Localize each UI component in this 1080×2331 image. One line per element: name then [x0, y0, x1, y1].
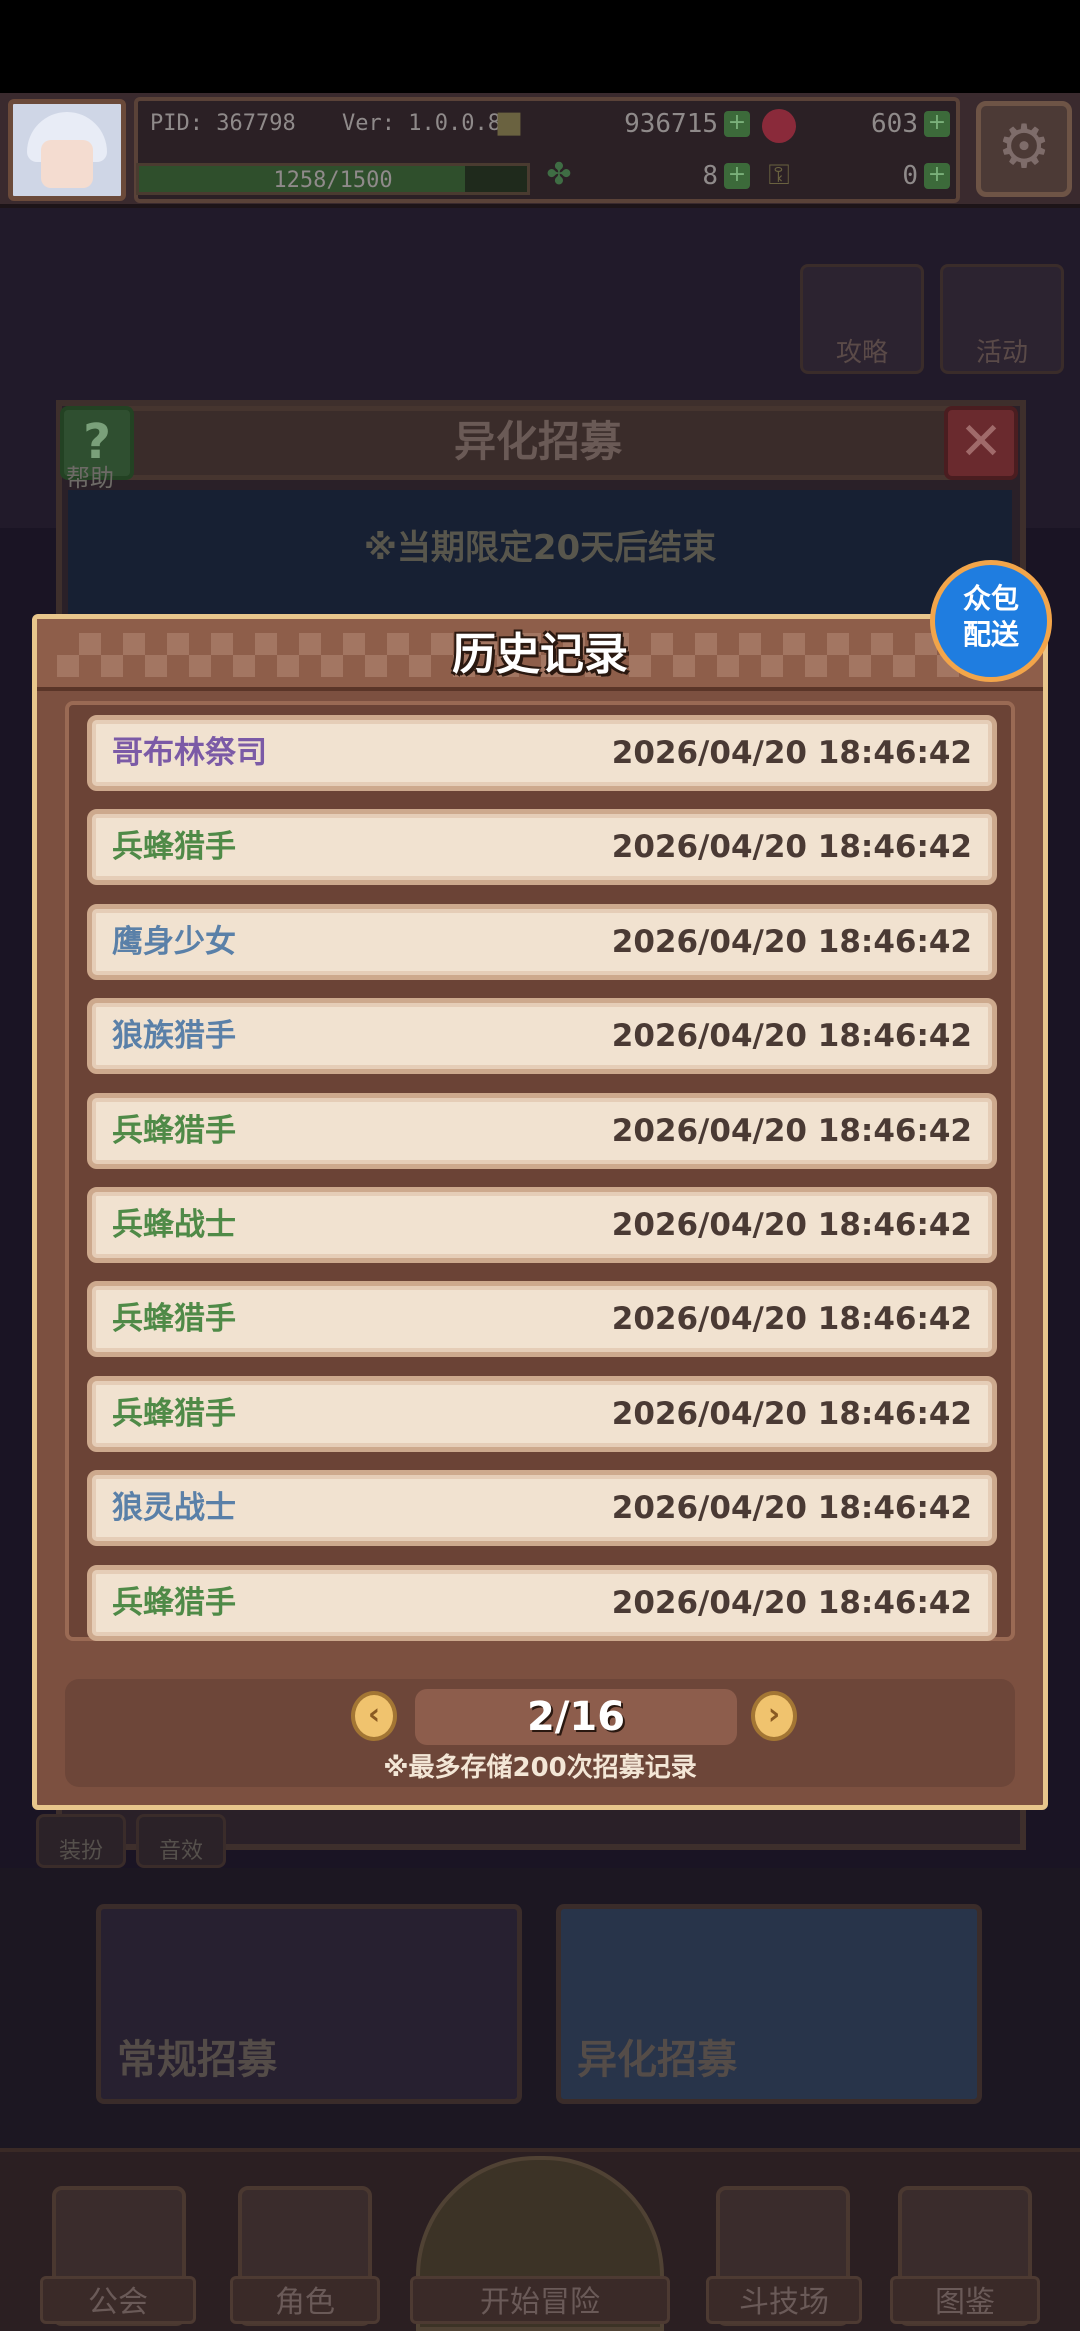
prev-page-button[interactable]: ‹ — [351, 1691, 397, 1741]
recruit-time: 2026/04/20 18:46:42 — [611, 923, 972, 960]
page-indicator: 2/16 — [415, 1689, 737, 1745]
add-clovers-button[interactable]: + — [724, 163, 750, 189]
recruit-time: 2026/04/20 18:46:42 — [611, 735, 972, 771]
gem-count: 603 — [871, 109, 918, 139]
unit-name: 兵蜂猎手 — [112, 829, 236, 866]
help-label: 帮助 — [66, 464, 114, 492]
event-label: 活动 — [975, 338, 1028, 368]
history-row: 兵蜂猎手 2026/04/20 18:46:42 — [87, 1375, 997, 1452]
guide-button[interactable]: 攻略 — [800, 264, 924, 374]
gem-icon — [762, 109, 796, 143]
recruit-time: 2026/04/20 18:46:42 — [611, 1018, 972, 1055]
normal-recruit-label: 常规招募 — [117, 2037, 277, 2083]
chevron-right-icon: › — [767, 1697, 781, 1732]
alien-recruit-label: 异化招募 — [577, 2037, 737, 2083]
recruit-time: 2026/04/20 18:46:42 — [611, 829, 972, 866]
recruit-time: 2026/04/20 18:46:42 — [611, 1584, 972, 1621]
nav-codex-label: 图鉴 — [890, 2276, 1040, 2324]
sound-label: 音效 — [158, 1839, 203, 1864]
coin-icon: ■ — [494, 105, 524, 140]
player-avatar[interactable] — [8, 99, 126, 201]
add-gems-button[interactable]: + — [924, 111, 950, 137]
close-icon: ✕ — [959, 412, 1003, 472]
history-list[interactable]: 哥布林祭司 2026/04/20 18:46:42 兵蜂猎手 2026/04/20 1… — [65, 701, 1015, 1641]
recruit-title: 异化招募 — [453, 417, 622, 466]
recruit-time: 2026/04/20 18:46:42 — [611, 1207, 972, 1243]
history-row: 兵蜂猎手 2026/04/20 18:46:42 — [87, 1092, 997, 1169]
add-coins-button[interactable]: + — [724, 111, 750, 137]
unit-name: 哥布林祭司 — [112, 735, 267, 771]
avatar-face — [41, 140, 93, 188]
unit-name: 兵蜂猎手 — [112, 1395, 236, 1432]
outfit-label: 装扮 — [58, 1839, 103, 1864]
settings-button[interactable]: ⚙ — [976, 101, 1072, 197]
history-title: 历史记录 — [452, 629, 628, 680]
unit-name: 狼族猎手 — [112, 1018, 236, 1055]
alien-recruit-tab[interactable]: 异化招募 — [556, 1904, 982, 2104]
history-header: 历史记录 — [37, 619, 1043, 691]
nav-guild-label: 公会 — [40, 2276, 196, 2324]
player-id: PID: 367798 — [150, 111, 296, 136]
unit-name: 狼灵战士 — [112, 1490, 236, 1527]
key-count: 0 — [902, 161, 918, 191]
status-bar — [0, 0, 1080, 93]
version-label: Ver: 1.0.0.8 — [342, 111, 501, 136]
history-row: 哥布林祭司 2026/04/20 18:46:42 — [87, 715, 997, 791]
unit-name: 兵蜂猎手 — [112, 1112, 236, 1149]
storage-note: ※最多存储200次招募记录 — [383, 1753, 697, 1783]
gear-icon: ⚙ — [997, 112, 1051, 182]
unit-name: 兵蜂战士 — [112, 1207, 236, 1243]
recruit-time: 2026/04/20 18:46:42 — [611, 1301, 972, 1338]
chevron-left-icon: ‹ — [367, 1697, 381, 1732]
nav-character-label: 角色 — [230, 2276, 380, 2324]
next-page-button[interactable]: › — [751, 1691, 797, 1741]
unit-name: 兵蜂猎手 — [112, 1584, 236, 1621]
pager-area: ‹ 2/16 › ※最多存储200次招募记录 — [65, 1679, 1015, 1787]
history-row: 兵蜂猎手 2026/04/20 18:46:42 — [87, 1564, 997, 1641]
key-icon: ⚿ — [768, 158, 790, 191]
limit-notice: ※当期限定20天后结束 — [363, 528, 717, 568]
energy-value: 1258/1500 — [273, 168, 393, 193]
unit-name: 兵蜂猎手 — [112, 1301, 236, 1338]
top-hud: PID: 367798 Ver: 1.0.0.8 ■ 936715 + 603 … — [0, 93, 1080, 208]
unit-name: 鹰身少女 — [112, 923, 236, 960]
history-row: 兵蜂猎手 2026/04/20 18:46:42 — [87, 1281, 997, 1358]
add-keys-button[interactable]: + — [924, 163, 950, 189]
close-button[interactable]: ✕ — [944, 406, 1018, 480]
recruit-time: 2026/04/20 18:46:42 — [611, 1490, 972, 1527]
page-number: 2/16 — [526, 1694, 626, 1740]
outfit-button[interactable]: 装扮 — [36, 1814, 126, 1868]
normal-recruit-tab[interactable]: 常规招募 — [96, 1904, 522, 2104]
nav-arena-label: 斗技场 — [706, 2276, 862, 2324]
history-modal: 历史记录 哥布林祭司 2026/04/20 18:46:42 兵蜂猎手 2026/04… — [32, 614, 1048, 1810]
history-row: 狼灵战士 2026/04/20 18:46:42 — [87, 1470, 997, 1547]
history-row: 狼族猎手 2026/04/20 18:46:42 — [87, 998, 997, 1075]
sound-button[interactable]: 音效 — [136, 1814, 226, 1868]
recruit-time: 2026/04/20 18:46:42 — [611, 1112, 972, 1149]
clover-count: 8 — [702, 161, 718, 191]
delivery-badge[interactable]: 众包 配送 — [930, 560, 1052, 682]
delivery-line2: 配送 — [962, 618, 1019, 651]
energy-bar: 1258/1500 — [136, 163, 530, 195]
delivery-line1: 众包 — [962, 582, 1019, 615]
history-row: 兵蜂猎手 2026/04/20 18:46:42 — [87, 809, 997, 886]
clover-icon: ✤ — [546, 157, 572, 192]
event-button[interactable]: 活动 — [940, 264, 1064, 374]
coin-count: 936715 — [624, 109, 718, 139]
recruit-time: 2026/04/20 18:46:42 — [611, 1395, 972, 1432]
history-row: 鹰身少女 2026/04/20 18:46:42 — [87, 903, 997, 980]
guide-label: 攻略 — [835, 338, 888, 368]
nav-adventure-label: 开始冒险 — [410, 2276, 670, 2324]
history-row: 兵蜂战士 2026/04/20 18:46:42 — [87, 1187, 997, 1263]
